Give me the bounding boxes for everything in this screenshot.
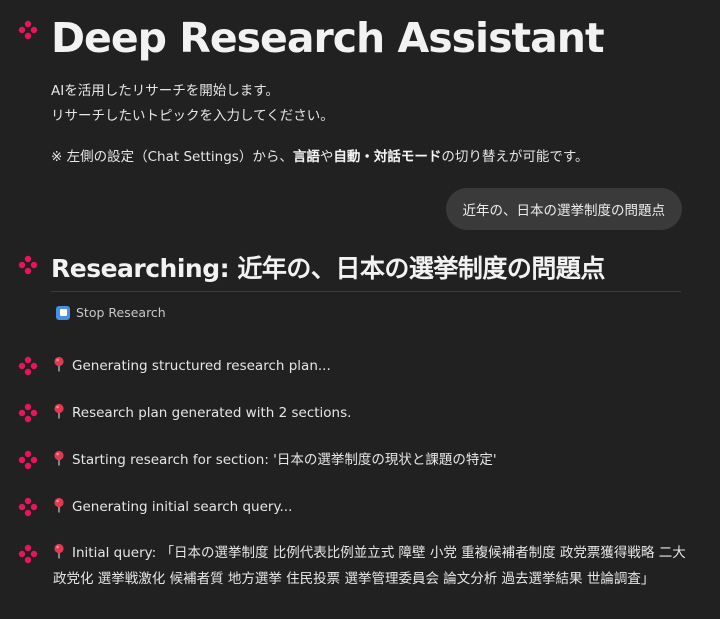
user-message-bubble: 近年の、日本の選挙制度の問題点 bbox=[445, 188, 682, 230]
research-heading: Researching: 近年の、日本の選挙制度の問題点 bbox=[51, 254, 605, 283]
note-prefix: ※ 左側の設定（Chat Settings）から、 bbox=[51, 149, 293, 165]
step-text: Initial query: 「日本の選挙制度 比例代表比例並立式 障壁 小党 … bbox=[53, 545, 686, 587]
round-pushpin-icon bbox=[53, 403, 65, 419]
settings-note: ※ 左側の設定（Chat Settings）から、言語や自動・対話モードの切り替… bbox=[51, 145, 588, 165]
step-message: Starting research for section: '日本の選挙制度の… bbox=[53, 447, 693, 473]
stop-square-icon bbox=[56, 305, 70, 320]
round-pushpin-icon bbox=[53, 497, 65, 513]
step-message: Research plan generated with 2 sections. bbox=[53, 400, 693, 426]
note-language: 言語 bbox=[292, 149, 320, 165]
round-pushpin-icon bbox=[53, 356, 65, 372]
intro-text-line-2: リサーチしたいトピックを入力してください。 bbox=[51, 108, 334, 124]
round-pushpin-icon bbox=[53, 450, 65, 466]
note-suffix: の切り替えが可能です。 bbox=[441, 149, 589, 165]
assistant-avatar-icon bbox=[18, 403, 38, 423]
assistant-avatar-icon bbox=[18, 497, 38, 517]
step-text: Research plan generated with 2 sections. bbox=[72, 405, 352, 421]
step-message: Generating initial search query... bbox=[53, 494, 693, 520]
page-title: Deep Research Assistant bbox=[51, 14, 605, 62]
assistant-avatar-icon bbox=[18, 450, 38, 470]
assistant-avatar-icon bbox=[18, 20, 38, 40]
stop-research-label: Stop Research bbox=[76, 305, 166, 320]
note-mid: や bbox=[319, 149, 334, 165]
assistant-avatar-icon bbox=[18, 356, 38, 376]
step-message: Generating structured research plan... bbox=[53, 353, 693, 379]
divider bbox=[51, 291, 681, 292]
step-text: Starting research for section: '日本の選挙制度の… bbox=[72, 452, 497, 468]
assistant-avatar-icon bbox=[18, 255, 38, 275]
stop-research-button[interactable]: Stop Research bbox=[56, 305, 166, 320]
step-text: Generating initial search query... bbox=[72, 499, 293, 515]
step-message: Initial query: 「日本の選挙制度 比例代表比例並立式 障壁 小党 … bbox=[53, 540, 693, 592]
step-text: Generating structured research plan... bbox=[72, 358, 331, 374]
note-mode: 自動・対話モード bbox=[333, 149, 442, 165]
assistant-avatar-icon bbox=[18, 544, 38, 564]
round-pushpin-icon bbox=[53, 543, 65, 559]
intro-text-line-1: AIを活用したリサーチを開始します。 bbox=[51, 83, 279, 99]
